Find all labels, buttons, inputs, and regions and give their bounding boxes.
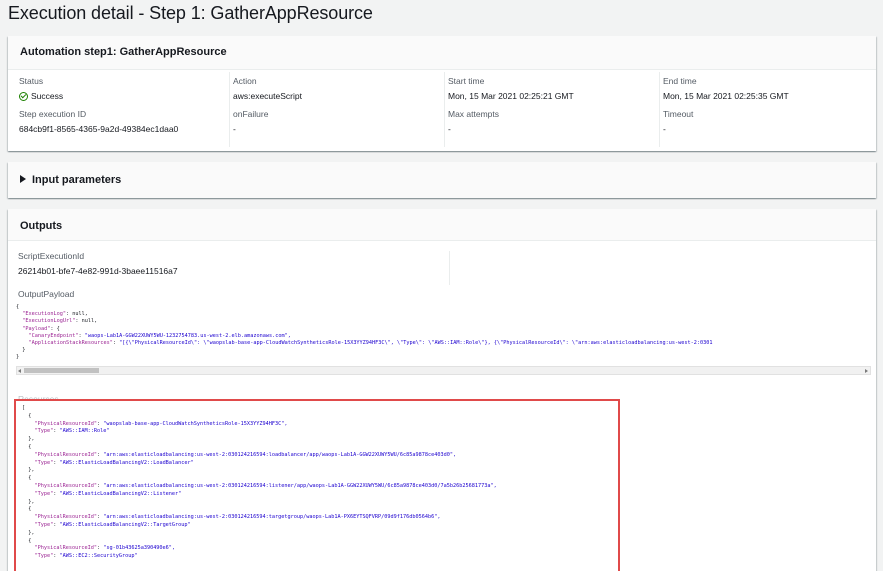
output-payload-code[interactable]: { "ExecutionLog": null, "ExecutionLogUrl… [16,304,871,366]
input-parameters-header: Input parameters [32,174,122,186]
status-badge: Success [19,91,229,101]
resources-line: { [22,506,32,513]
resources-line: "PhysicalResourceId": "sg-01b43625a39049… [34,545,176,552]
payload-line: } [16,354,20,361]
end-time-field: End time Mon, 15 Mar 2021 02:25:35 GMT [663,76,873,101]
onfailure-field: onFailure - [233,109,443,134]
start-time-value: Mon, 15 Mar 2021 02:25:21 GMT [448,91,574,101]
payload-json: { "ExecutionLog": null, "ExecutionLogUrl… [16,304,871,362]
input-parameters-toggle[interactable]: Input parameters [8,162,876,198]
resources-line: }, [22,498,35,505]
check-circle-icon [19,91,28,101]
resources-line: { [22,537,32,544]
outputs-panel: Outputs ScriptExecutionId 26214b01-bfe7-… [8,209,876,571]
resources-highlight-box: [ { "PhysicalResourceId": "waopslab-base… [14,399,620,571]
start-time-label: Start time [448,76,485,86]
step-execution-id-value: 684cb9f1-8565-4365-9a2d-49384ec1daa0 [19,124,179,134]
output-payload-label: OutputPayload [18,289,75,299]
action-field: Action aws:executeScript [233,76,443,101]
payload-line: "Payload": { [22,325,60,332]
scroll-left-icon[interactable] [18,369,21,373]
resources-line: "PhysicalResourceId": "arn:aws:elasticlo… [34,482,497,489]
resources-line: "Type": "AWS::EC2::SecurityGroup" [34,553,138,560]
resources-line: "Type": "AWS::ElasticLoadBalancingV2::Lo… [34,459,194,466]
payload-line: "ApplicationStackResources": "[{\"Physic… [28,340,713,347]
resources-line: }, [22,436,35,443]
end-time-value: Mon, 15 Mar 2021 02:25:35 GMT [663,91,789,101]
resources-line: }, [22,467,35,474]
resources-line: "Type": "AWS::ElasticLoadBalancingV2::Li… [34,490,182,497]
step-detail-panel: Automation step1: GatherAppResource Stat… [8,36,876,151]
max-attempts-field: Max attempts - [448,109,658,134]
resources-line: }, [22,529,35,536]
step-panel-header: Automation step1: GatherAppResource [8,36,876,70]
resources-line: "Type": "AWS::ElasticLoadBalancingV2::Ta… [34,521,191,528]
resources-line: "PhysicalResourceId": "arn:aws:elasticlo… [34,514,441,521]
step-detail-grid: Status Success Action aws:executeScript … [8,76,876,148]
column-divider [449,251,450,285]
start-time-field: Start time Mon, 15 Mar 2021 02:25:21 GMT [448,76,658,101]
script-execution-id-label: ScriptExecutionId [18,251,85,261]
caret-right-icon [20,175,26,183]
timeout-label: Timeout [663,109,694,119]
payload-line: "ExecutionLogUrl": null, [22,318,98,325]
status-label: Status [19,76,44,86]
resources-line: "PhysicalResourceId": "waopslab-base-app… [34,420,288,427]
script-execution-id-field: ScriptExecutionId 26214b01-bfe7-4e82-991… [18,251,178,276]
action-label: Action [233,76,257,86]
page-title: Execution detail - Step 1: GatherAppReso… [8,3,373,23]
status-value: Success [31,91,64,101]
input-parameters-panel[interactable]: Input parameters [8,162,876,198]
timeout-field: Timeout - [663,109,873,134]
onfailure-label: onFailure [233,109,269,119]
outputs-header: Outputs [8,209,876,241]
script-execution-id-value: 26214b01-bfe7-4e82-991d-3baee11516a7 [18,266,178,276]
resources-line: [ [22,405,26,411]
resources-json: [ { "PhysicalResourceId": "waopslab-base… [16,401,618,561]
payload-line: } [16,347,26,354]
onfailure-value: - [233,124,236,134]
resources-line: { [22,412,32,419]
scroll-right-icon[interactable] [865,369,868,373]
resources-line: "Type": "AWS::IAM::Role" [34,428,110,435]
action-value: aws:executeScript [233,91,302,101]
timeout-value: - [663,124,666,134]
scrollbar-thumb[interactable] [24,368,99,373]
resources-line: { [22,443,32,450]
max-attempts-value: - [448,124,451,134]
resources-line: { [22,475,32,482]
end-time-label: End time [663,76,697,86]
step-execution-id-label: Step execution ID [19,109,87,119]
max-attempts-label: Max attempts [448,109,500,119]
payload-line: { [16,304,20,310]
step-execution-id-field: Step execution ID 684cb9f1-8565-4365-9a2… [19,109,229,134]
payload-line: "ExecutionLog": null, [22,311,88,318]
resources-line: "PhysicalResourceId": "arn:aws:elasticlo… [34,451,457,458]
payload-line: "CanaryEndpoint": "waops-Lab1A-GGW22XUWY… [28,332,291,339]
status-field: Status Success [19,76,229,101]
horizontal-scrollbar[interactable] [16,366,871,375]
